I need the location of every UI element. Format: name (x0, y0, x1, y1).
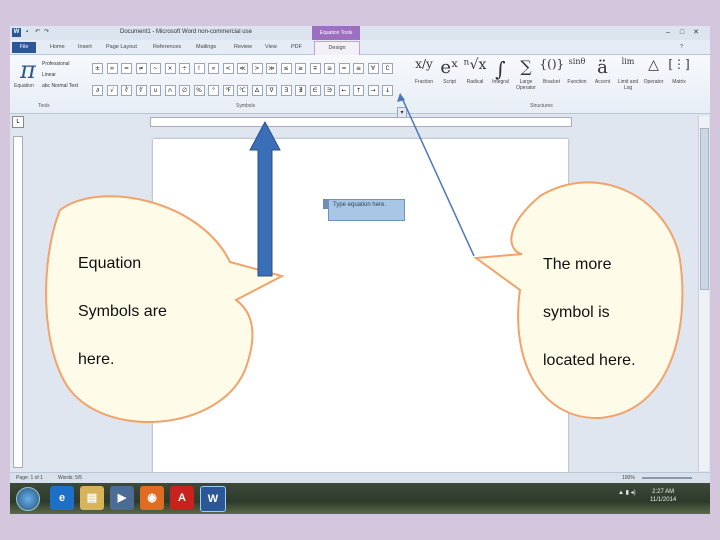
right-callout-bubble (473, 181, 684, 420)
left-callout-line1: Equation (78, 255, 142, 272)
left-callout-line3: here. (78, 351, 115, 368)
more-symbol-pointer-line (401, 97, 475, 257)
right-callout-line2: symbol is (543, 304, 610, 321)
symbols-arrow (249, 120, 281, 277)
right-callout-line3: located here. (543, 352, 636, 369)
right-callout-line1: The more (543, 256, 612, 273)
left-callout-line2: Symbols are (78, 303, 167, 320)
